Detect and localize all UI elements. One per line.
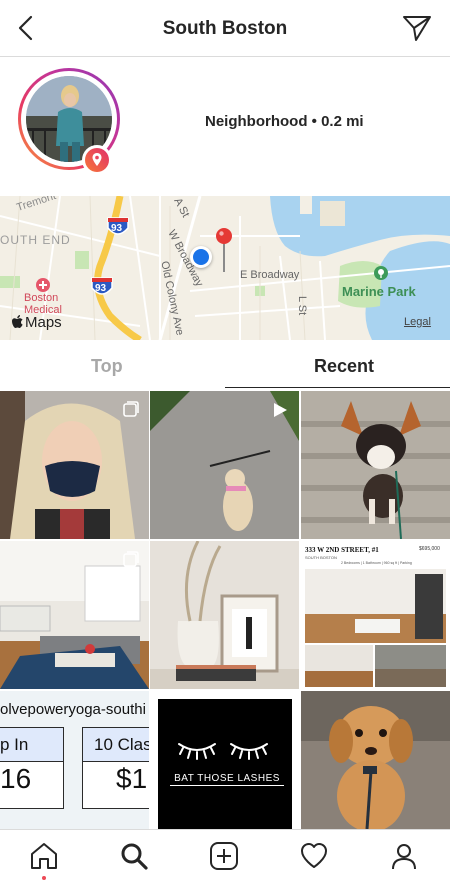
yoga-handle: olvepoweryoga-southi: [0, 701, 146, 718]
home-icon[interactable]: [29, 841, 59, 871]
post-thumbnail[interactable]: [0, 391, 149, 539]
active-tab-indicator: [225, 387, 450, 388]
profile-icon[interactable]: [389, 841, 419, 871]
home-notification-dot: [42, 876, 46, 880]
bottom-nav: [0, 829, 450, 882]
post-thumbnail[interactable]: [301, 391, 450, 539]
post-thumbnail[interactable]: [150, 541, 299, 689]
location-header: Neighborhood • 0.2 mi: [0, 57, 450, 195]
tab-top[interactable]: Top: [91, 356, 123, 377]
heart-icon[interactable]: [299, 841, 329, 871]
map-park: [75, 251, 89, 269]
realestate-details: 2 Bedrooms | 1 Bathroom | 960 sq ft | Pa…: [341, 561, 412, 565]
map-label-marine-park: Marine Park: [342, 284, 416, 299]
top-header: South Boston: [0, 0, 450, 57]
feed-tabs: Top Recent: [0, 340, 450, 390]
hospital-icon: [36, 278, 50, 292]
park-icon: [374, 266, 388, 280]
highway-shield-93-south: 93: [90, 276, 114, 298]
map-label-e-broadway: E Broadway: [240, 269, 300, 281]
post-thumbnail[interactable]: BAT THOSE LASHES: [150, 691, 299, 829]
post-thumbnail[interactable]: [0, 541, 149, 689]
location-meta: Neighborhood • 0.2 mi: [205, 113, 364, 130]
carousel-icon: [123, 551, 139, 567]
map-legal-link[interactable]: Legal: [404, 316, 431, 328]
new-post-icon[interactable]: [209, 841, 239, 871]
location-pin-icon: [92, 153, 102, 166]
highway-shield-93-north: 93: [106, 216, 130, 238]
map-label-south-end: OUTH END: [0, 233, 71, 247]
eyelashes-icon: [178, 743, 268, 760]
yoga-left-bottom: 16: [0, 763, 32, 794]
post-thumbnail[interactable]: [150, 391, 299, 539]
current-location-dot: [190, 246, 212, 268]
location-map[interactable]: Tremont OUTH END Boston Medical W Broadw…: [0, 196, 450, 340]
realestate-price: $695,000: [419, 546, 440, 552]
video-play-icon: [274, 403, 287, 417]
post-thumbnail[interactable]: [301, 691, 450, 829]
yoga-left-top: p In: [0, 735, 29, 754]
page-title: South Boston: [162, 18, 288, 39]
search-icon[interactable]: [119, 841, 149, 871]
direct-message-icon[interactable]: [402, 14, 432, 42]
carousel-icon: [123, 401, 139, 417]
post-grid: 333 W 2ND STREET, #1 SOUTH BOSTON $695,0…: [0, 391, 450, 829]
yoga-right-top: 10 Clas: [94, 735, 149, 754]
map-label-l-st: L St: [296, 296, 308, 316]
map-pin-icon: [216, 228, 232, 272]
post-thumbnail[interactable]: 333 W 2ND STREET, #1 SOUTH BOSTON $695,0…: [301, 541, 450, 689]
map-label-boston-medical: Boston Medical: [24, 292, 62, 316]
realestate-sub: SOUTH BOSTON: [305, 555, 337, 560]
tab-recent[interactable]: Recent: [314, 356, 374, 377]
apple-logo-icon: [12, 315, 23, 328]
location-pin-badge: [82, 145, 112, 175]
post-thumbnail[interactable]: olvepoweryoga-southi p In 16 10 Clas $1: [0, 691, 149, 829]
realestate-address: 333 W 2ND STREET, #1: [305, 546, 379, 554]
lashes-text: BAT THOSE LASHES: [170, 773, 284, 786]
yoga-right-bottom: $1: [116, 763, 148, 794]
